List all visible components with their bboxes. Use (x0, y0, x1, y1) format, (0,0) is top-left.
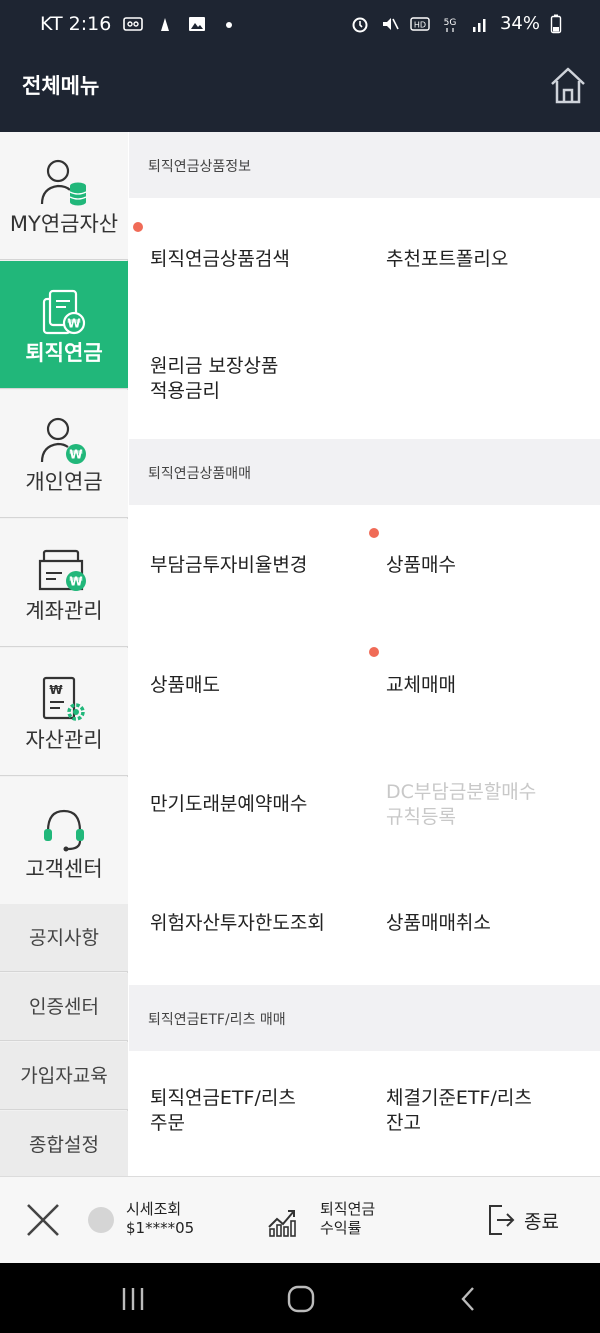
retirement-pension-icon: ₩ (42, 289, 86, 335)
battery-icon (550, 14, 562, 33)
sidebar-item-label: 고객센터 (25, 857, 103, 881)
my-pension-assets-icon (40, 159, 87, 206)
quote-code: $1****05 (126, 1219, 195, 1237)
svg-text:₩: ₩ (49, 683, 63, 697)
headset-icon (44, 809, 84, 852)
app-header: 전체메뉴 (0, 52, 600, 132)
retirement-returns-button[interactable]: 퇴직연금 수익률 (320, 1200, 375, 1238)
system-nav-bar (0, 1263, 600, 1333)
exit-button[interactable]: 종료 (524, 1207, 559, 1234)
wisdom-icon (161, 18, 170, 31)
dot-icon (226, 22, 233, 28)
battery-percent: 34% (499, 13, 540, 34)
sidebar-item-retirement-pension[interactable]: ₩ 퇴직연금 (0, 261, 128, 389)
menu-item-etf-reits-balance[interactable]: 체결기준ETF/리츠 잔고 (386, 1086, 532, 1136)
personal-pension-icon: ₩ (40, 417, 86, 464)
signal-icon (472, 18, 486, 32)
account-management-icon: ₩ (38, 549, 86, 591)
menu-item-etf-reits-order[interactable]: 퇴직연금ETF/리츠 주문 (150, 1086, 296, 1136)
sidebar-item-general-settings[interactable]: 종합설정 (0, 1111, 128, 1179)
sidebar-item-certification-center[interactable]: 인증센터 (0, 973, 128, 1041)
sidebar-item-account-management[interactable]: ₩ 계좌관리 (0, 519, 128, 647)
menu-item-dc-split-buy-rule: DC부담금분할매수 규칙등록 (386, 781, 537, 828)
sidebar: MY연금자산 ₩ 퇴직연금 ₩ 개인연금 ₩ 계좌관리 ₩ 자산관리 고객센터 … (0, 132, 128, 1179)
returns-chart-icon[interactable] (266, 1201, 298, 1237)
close-icon[interactable] (24, 1201, 62, 1239)
menu-content: 퇴직연금상품정보 퇴직연금상품검색 추천포트폴리오 원리금 보장상품 적용금리 … (129, 132, 600, 1176)
menu-item-switch-trade[interactable]: 교체매매 (386, 673, 456, 698)
status-left: KT 2:16 (40, 13, 239, 35)
svg-text:HD: HD (414, 20, 426, 29)
quote-inquiry-button[interactable]: 시세조회 $1****05 (126, 1200, 194, 1238)
svg-text:5G: 5G (444, 18, 457, 28)
returns-line2: 수익률 (320, 1219, 362, 1237)
svg-text:₩: ₩ (69, 575, 83, 589)
section-header: 퇴직연금상품매매 (129, 439, 600, 505)
menu-item-product-buy[interactable]: 상품매수 (386, 553, 456, 578)
new-badge-dot (369, 647, 379, 657)
returns-line1: 퇴직연금 (320, 1200, 376, 1218)
section-header: 퇴직연금상품정보 (129, 132, 600, 198)
bottom-action-bar: 시세조회 $1****05 퇴직연금 수익률 종료 (0, 1176, 600, 1263)
svg-text:₩: ₩ (69, 448, 83, 462)
sidebar-item-customer-center[interactable]: 고객센터 (0, 777, 128, 905)
sidebar-item-member-education[interactable]: 가입자교육 (0, 1042, 128, 1110)
menu-item-trade-cancel[interactable]: 상품매매취소 (386, 911, 491, 936)
sidebar-item-label: 계좌관리 (25, 599, 103, 623)
sidebar-item-label: 개인연금 (25, 470, 103, 494)
sidebar-item-label: 퇴직연금 (25, 341, 103, 365)
new-badge-dot (133, 222, 143, 232)
sidebar-item-label: 자산관리 (25, 728, 103, 752)
page-title: 전체메뉴 (22, 74, 100, 98)
new-badge-dot (369, 528, 379, 538)
quote-title: 시세조회 (126, 1200, 182, 1218)
sidebar-item-personal-pension[interactable]: ₩ 개인연금 (0, 390, 128, 518)
quote-status-indicator (88, 1207, 114, 1233)
status-time: KT 2:16 (40, 13, 112, 35)
menu-item-guaranteed-product-rates[interactable]: 원리금 보장상품 적용금리 (150, 354, 278, 404)
image-icon (189, 17, 206, 31)
menu-item-recommended-portfolio[interactable]: 추천포트폴리오 (386, 247, 508, 272)
asset-management-icon: ₩ (42, 676, 85, 721)
menu-item-maturity-reservation-buy[interactable]: 만기도래분예약매수 (150, 792, 307, 817)
recent-apps-icon[interactable] (118, 1285, 148, 1313)
exit-icon[interactable] (486, 1203, 516, 1237)
sidebar-item-label: MY연금자산 (9, 212, 119, 236)
mute-icon (382, 17, 399, 30)
menu-item-retirement-product-search[interactable]: 퇴직연금상품검색 (150, 247, 290, 272)
voicemail-icon (123, 17, 144, 31)
svg-text:₩: ₩ (67, 317, 81, 331)
menu-item-product-sell[interactable]: 상품매도 (150, 673, 220, 698)
home-nav-icon[interactable] (286, 1285, 316, 1313)
menu-item-contribution-ratio-change[interactable]: 부담금투자비율변경 (150, 553, 307, 578)
sidebar-item-asset-management[interactable]: ₩ 자산관리 (0, 648, 128, 776)
menu-item-risk-asset-limit-inquiry[interactable]: 위험자산투자한도조회 (150, 911, 325, 936)
section-header: 퇴직연금ETF/리츠 매매 (129, 985, 600, 1051)
alarm-icon (352, 17, 368, 32)
sidebar-item-my-pension-assets[interactable]: MY연금자산 (0, 132, 128, 260)
home-icon[interactable] (548, 64, 588, 108)
status-bar: KT 2:16 HD 5G 34% (0, 0, 600, 52)
back-icon[interactable] (454, 1285, 484, 1313)
5g-icon: 5G (444, 18, 457, 32)
status-right: HD 5G 34% (350, 13, 562, 34)
sidebar-item-notices[interactable]: 공지사항 (0, 904, 128, 972)
hd-icon: HD (410, 16, 430, 31)
